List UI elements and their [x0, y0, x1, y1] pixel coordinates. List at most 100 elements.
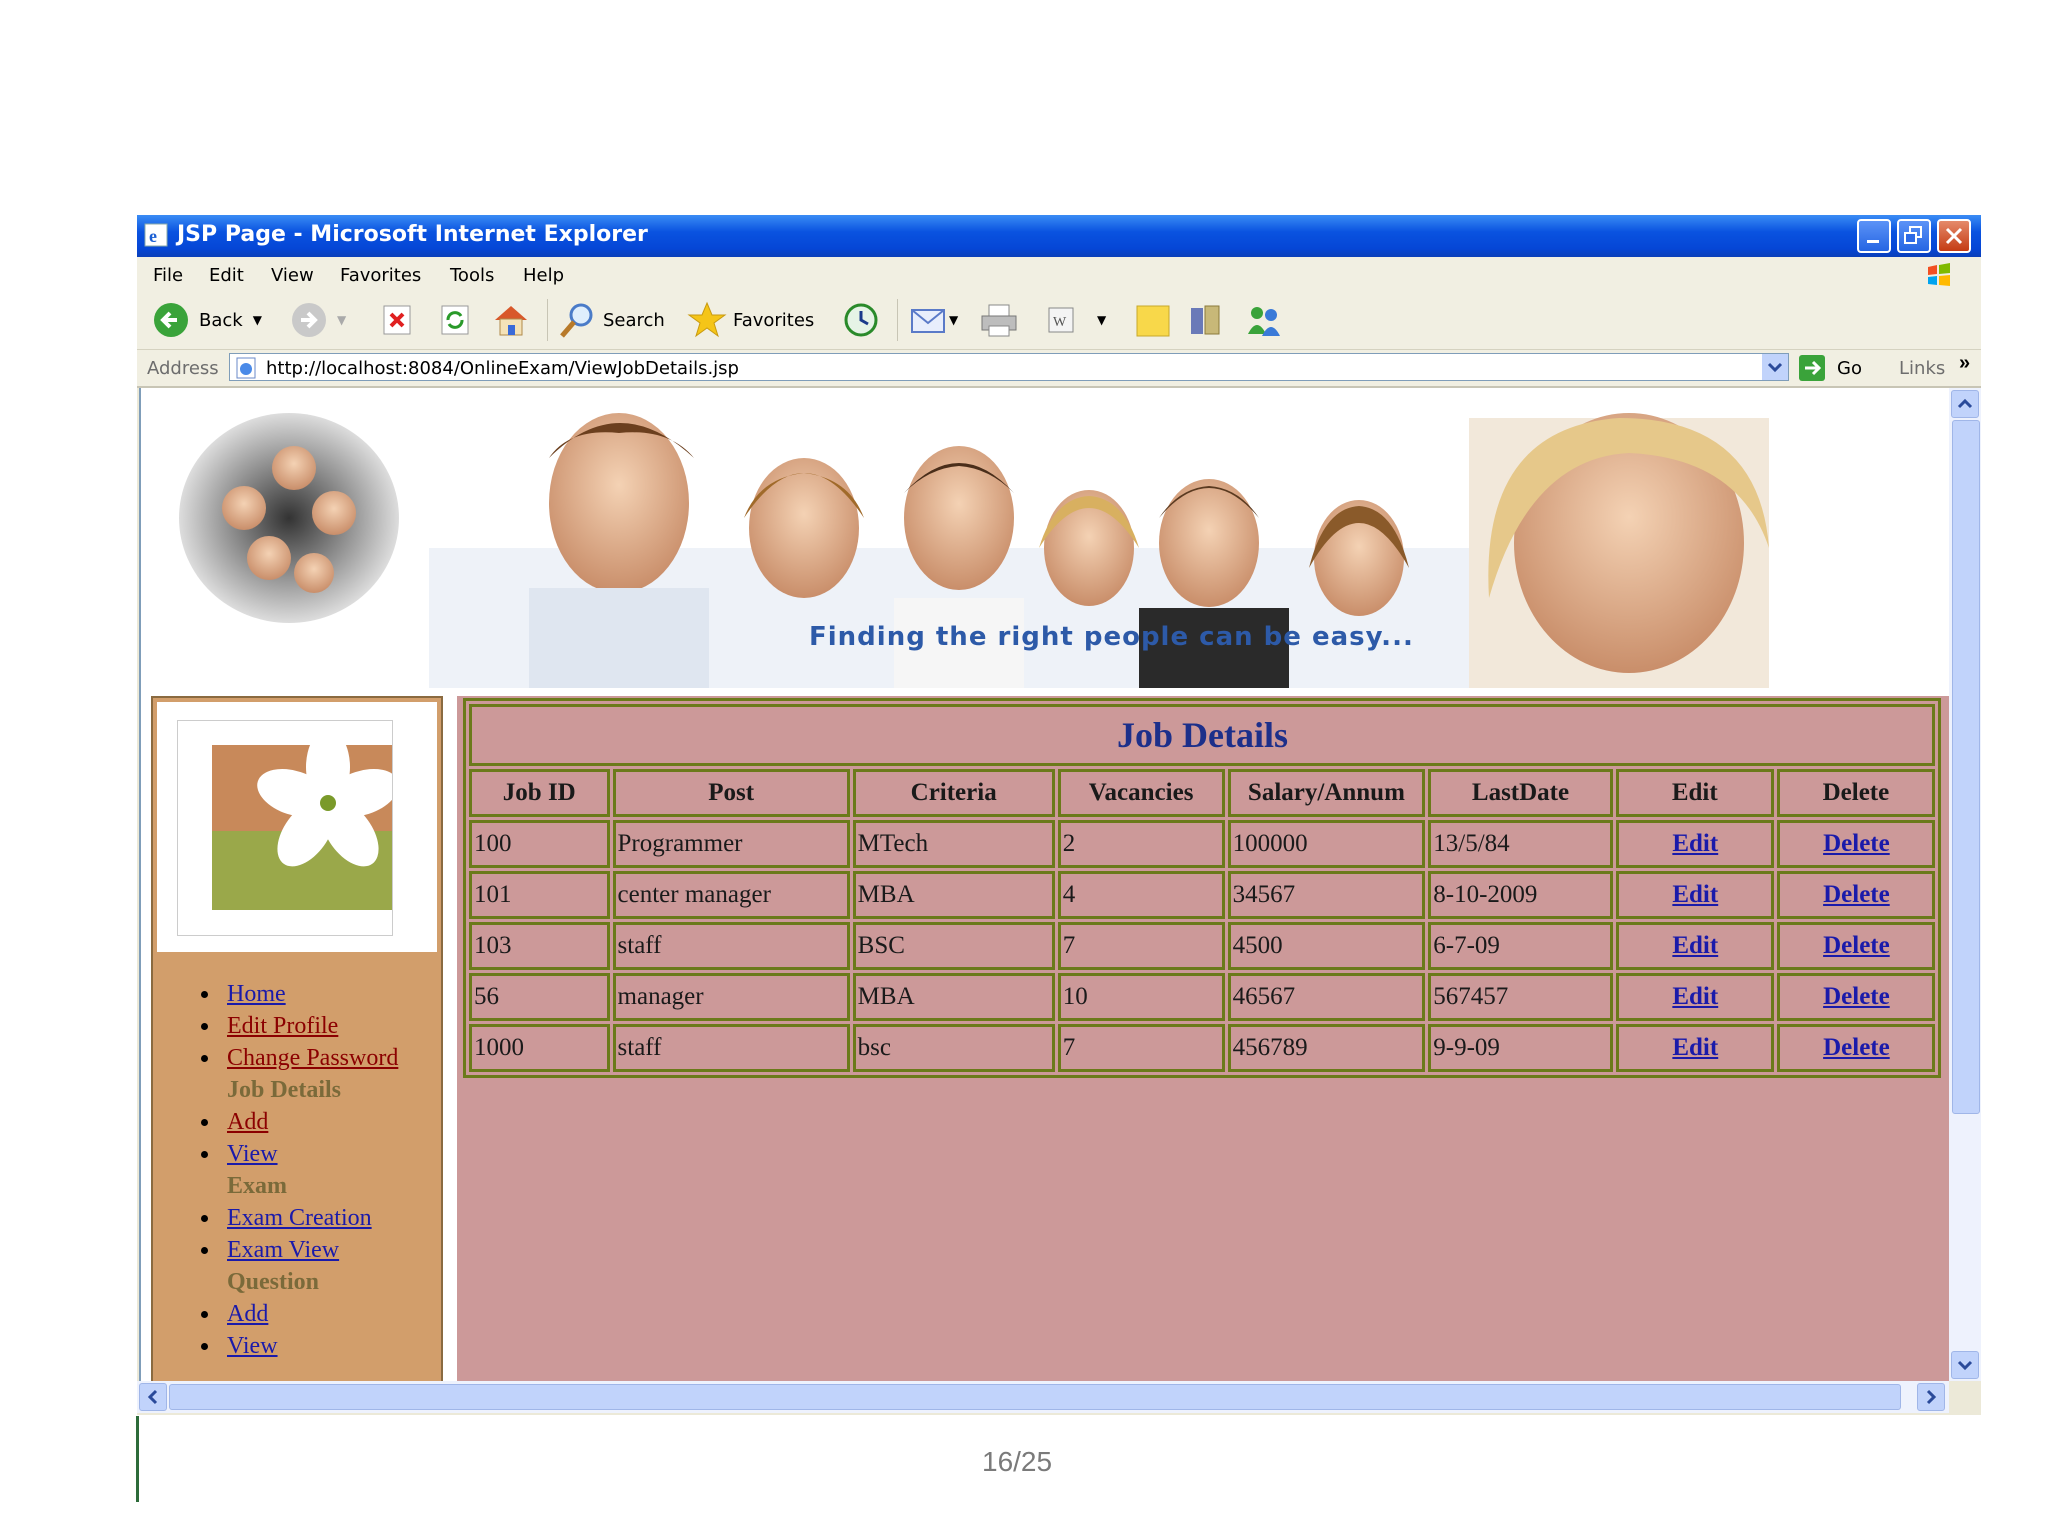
- minimize-button[interactable]: [1857, 219, 1891, 253]
- cell-edit: Edit: [1615, 922, 1774, 970]
- search-button[interactable]: Search: [557, 302, 665, 338]
- menu-edit[interactable]: Edit: [209, 265, 244, 286]
- edit-link[interactable]: Edit: [1672, 983, 1718, 1010]
- table-header-row: Job ID Post Criteria Vacancies Salary/An…: [469, 769, 1935, 817]
- cell-edit: Edit: [1615, 820, 1774, 868]
- restore-button[interactable]: [1897, 219, 1931, 253]
- menu-help[interactable]: Help: [523, 265, 564, 286]
- back-dropdown-icon[interactable]: ▼: [253, 313, 262, 327]
- history-button[interactable]: [841, 302, 881, 338]
- cell-delete: Delete: [1776, 922, 1935, 970]
- nav-heading-job-details-label: Job Details: [227, 1077, 341, 1103]
- scroll-right-button[interactable]: [1917, 1383, 1945, 1411]
- windows-flag-icon: [1928, 263, 1950, 286]
- printer-icon: [981, 304, 1017, 337]
- address-label: Address: [147, 358, 219, 379]
- menu-file[interactable]: File: [153, 265, 183, 286]
- research-button[interactable]: [1187, 302, 1227, 338]
- cell-post: manager: [612, 973, 850, 1021]
- go-arrow-icon: [1799, 355, 1825, 381]
- scroll-left-button[interactable]: [139, 1383, 167, 1411]
- ie-icon: e: [144, 223, 168, 247]
- menu-view[interactable]: View: [271, 265, 314, 286]
- nav-link-change-password[interactable]: Change Password: [227, 1045, 398, 1071]
- delete-link[interactable]: Delete: [1823, 830, 1890, 857]
- back-button[interactable]: Back ▼: [151, 302, 262, 338]
- table-row: 56 manager MBA 10 46567 567457 Edit Dele…: [469, 973, 1935, 1021]
- print-button[interactable]: [979, 302, 1019, 338]
- refresh-button[interactable]: [437, 302, 473, 338]
- nav-item-home: Home: [153, 978, 398, 1010]
- column-header-post: Post: [612, 769, 850, 817]
- cell-edit: Edit: [1615, 1024, 1774, 1072]
- horizontal-scroll-thumb[interactable]: [169, 1384, 1901, 1410]
- menu-favorites[interactable]: Favorites: [340, 265, 421, 286]
- search-icon: [560, 303, 593, 338]
- history-icon: [844, 303, 878, 337]
- address-bar: Address http://localhost:8084/OnlineExam…: [137, 350, 1981, 388]
- mail-dropdown-icon[interactable]: ▼: [949, 313, 958, 327]
- table-row: 1000 staff bsc 7 456789 9-9-09 Edit Dele…: [469, 1024, 1935, 1072]
- discuss-button[interactable]: [1133, 302, 1173, 338]
- banner-caption: Finding the right people can be easy...: [809, 622, 1414, 652]
- chevron-right-double-icon[interactable]: »: [1959, 352, 1970, 375]
- cell-salary: 46567: [1227, 973, 1426, 1021]
- cell-criteria: bsc: [852, 1024, 1055, 1072]
- browser-window: e JSP Page - Microsoft Internet Explorer…: [137, 215, 1981, 1415]
- vertical-scrollbar[interactable]: [1949, 388, 1981, 1381]
- nav-link-question-view[interactable]: View: [227, 1333, 278, 1359]
- nav-link-home[interactable]: Home: [227, 981, 286, 1007]
- mail-button[interactable]: ▼: [909, 302, 958, 338]
- cell-job-id: 1000: [469, 1024, 610, 1072]
- nav-link-edit-profile[interactable]: Edit Profile: [227, 1013, 338, 1039]
- minimize-icon: [1867, 240, 1879, 243]
- edit-link[interactable]: Edit: [1672, 932, 1718, 959]
- menu-tools[interactable]: Tools: [450, 265, 494, 286]
- go-button[interactable]: Go: [1797, 353, 1862, 383]
- forward-dropdown-icon: ▼: [337, 313, 347, 327]
- nav-item-question-add: Add: [153, 1298, 398, 1330]
- sidebar-logo-frame: [177, 720, 399, 936]
- cell-lastdate: 9-9-09: [1428, 1024, 1613, 1072]
- delete-link[interactable]: Delete: [1823, 932, 1890, 959]
- nav-link-question-add[interactable]: Add: [227, 1301, 268, 1327]
- chevron-left-icon: [147, 1389, 158, 1405]
- scroll-down-button[interactable]: [1951, 1351, 1979, 1379]
- cell-vacancies: 10: [1057, 973, 1225, 1021]
- nav-heading-exam: Exam: [153, 1170, 398, 1202]
- nav-link-exam-view[interactable]: Exam View: [227, 1237, 339, 1263]
- cell-salary: 34567: [1227, 871, 1426, 919]
- cell-criteria: MBA: [852, 871, 1055, 919]
- delete-link[interactable]: Delete: [1823, 1034, 1890, 1061]
- nav-link-job-view[interactable]: View: [227, 1141, 278, 1167]
- forward-button[interactable]: ▼: [289, 302, 346, 338]
- job-details-table: Job Details Job ID Post Criteria Vacanci…: [463, 698, 1941, 1078]
- scroll-up-button[interactable]: [1951, 390, 1979, 418]
- cell-job-id: 100: [469, 820, 610, 868]
- nav-item-exam-view: Exam View: [153, 1234, 398, 1266]
- stop-icon: [383, 305, 411, 335]
- home-button[interactable]: [491, 302, 531, 338]
- star-icon: [687, 301, 727, 338]
- links-label[interactable]: Links: [1899, 358, 1945, 379]
- search-label: Search: [603, 309, 665, 331]
- slide-page-number: 16/25: [982, 1446, 1053, 1477]
- nav-link-exam-creation[interactable]: Exam Creation: [227, 1205, 372, 1231]
- horizontal-scrollbar[interactable]: [137, 1381, 1949, 1413]
- nav-link-job-add[interactable]: Add: [227, 1109, 268, 1135]
- edit-link[interactable]: Edit: [1672, 830, 1718, 857]
- address-input[interactable]: http://localhost:8084/OnlineExam/ViewJob…: [229, 353, 1789, 381]
- edit-link[interactable]: Edit: [1672, 1034, 1718, 1061]
- delete-link[interactable]: Delete: [1823, 983, 1890, 1010]
- stop-button[interactable]: [379, 302, 415, 338]
- edit-dropdown-button[interactable]: ▼: [1097, 302, 1106, 338]
- close-button[interactable]: [1937, 219, 1971, 253]
- favorites-button[interactable]: Favorites: [687, 301, 814, 338]
- edit-page-button[interactable]: W: [1043, 302, 1079, 338]
- delete-link[interactable]: Delete: [1823, 881, 1890, 908]
- scroll-thumb[interactable]: [1952, 420, 1980, 1114]
- toolbar-divider: [897, 299, 898, 341]
- messenger-button[interactable]: [1243, 302, 1287, 338]
- address-dropdown-button[interactable]: [1762, 354, 1788, 380]
- edit-link[interactable]: Edit: [1672, 881, 1718, 908]
